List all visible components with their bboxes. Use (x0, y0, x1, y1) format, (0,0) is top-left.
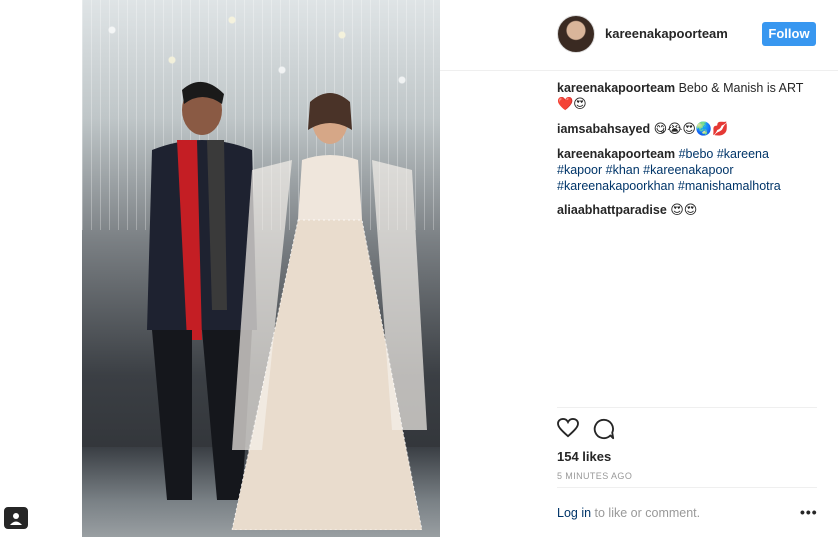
post-timestamp: 5 MINUTES AGO (557, 471, 633, 481)
login-prompt: Log in to like or comment. (557, 506, 700, 520)
comment-username[interactable]: kareenakapoorteam (557, 81, 675, 95)
post-photo[interactable] (82, 0, 440, 537)
comment-emoji: 😍😍 (670, 203, 698, 218)
post-panel: kareenakapoorteam Follow kareenakapoorte… (440, 0, 838, 537)
left-gutter (0, 0, 82, 537)
comment-emoji: ❤️😍 (557, 97, 587, 112)
comment-list: kareenakapoorteam Bebo & Manish is ART ❤… (557, 80, 817, 227)
comment-item: iamsabahsayed 😋😭😍🌏💋 (557, 121, 817, 138)
follow-button[interactable]: Follow (762, 22, 816, 46)
comment-username[interactable]: kareenakapoorteam (557, 147, 675, 161)
actions-divider (557, 407, 817, 408)
post-header: kareenakapoorteam Follow (440, 0, 838, 71)
comment-username[interactable]: iamsabahsayed (557, 122, 650, 136)
comment-item: kareenakapoorteam #bebo #kareena #kapoor… (557, 146, 817, 194)
more-options-icon[interactable]: ••• (800, 504, 818, 520)
like-count[interactable]: 154 likes (557, 449, 611, 464)
comment-icon[interactable] (593, 418, 615, 445)
comment-emoji: 😋😭😍🌏💋 (653, 122, 729, 137)
heart-icon[interactable] (557, 417, 579, 443)
profile-icon[interactable] (4, 507, 28, 529)
post-username[interactable]: kareenakapoorteam (605, 26, 728, 41)
comment-username[interactable]: aliaabhattparadise (557, 203, 667, 217)
woman-figure (231, 93, 427, 530)
comment-item: aliaabhattparadise 😍😍 (557, 202, 817, 219)
login-link[interactable]: Log in (557, 506, 591, 520)
comment-item: kareenakapoorteam Bebo & Manish is ART ❤… (557, 80, 817, 113)
footer-divider (557, 487, 817, 488)
comment-text: Bebo & Manish is ART (675, 81, 804, 95)
login-suffix: to like or comment. (591, 506, 701, 520)
avatar[interactable] (557, 15, 595, 53)
